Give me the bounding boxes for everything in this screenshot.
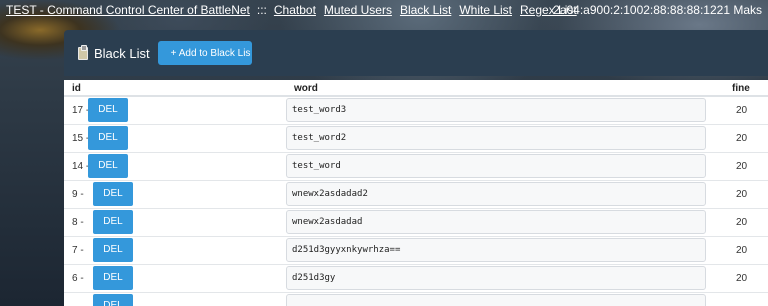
column-header-word: word [286, 80, 724, 97]
word-input[interactable]: test_word3 [286, 98, 706, 123]
panel-title: Black List [94, 45, 150, 61]
row-id-cell: 14 - DEL [64, 152, 286, 180]
delete-button[interactable]: DEL [93, 210, 133, 234]
nav-black-list[interactable]: Black List [400, 3, 451, 17]
table-row: 14 - DEL test_word 20 [64, 152, 768, 180]
delete-button[interactable]: DEL [88, 154, 128, 178]
column-header-id: id [64, 80, 286, 97]
column-header-fine: fine [724, 80, 768, 97]
row-fine: 20 [736, 104, 748, 116]
row-id-cell: 8 - DEL [64, 208, 286, 236]
table-row: 8 - DEL wnewx2asdadad 20 [64, 208, 768, 236]
user-ip-label: 2a04:a900:2:1002:88:88:88:1221 Maks [553, 3, 762, 17]
word-input[interactable]: wnewx2asdadad [286, 210, 706, 234]
row-word-cell: wnewx2asdadad2 [286, 180, 724, 208]
word-input[interactable] [286, 294, 706, 306]
black-list-table-container: id word fine 17 - DEL test_word3 20 15 - DEL t… [64, 80, 768, 306]
row-id: 7 - [72, 244, 84, 256]
delete-button[interactable]: DEL [93, 182, 133, 206]
delete-button[interactable]: DEL [88, 126, 128, 150]
delete-button[interactable]: DEL [88, 98, 128, 123]
row-fine: 20 [736, 132, 748, 144]
row-id: 15 - [72, 132, 90, 144]
word-input[interactable]: wnewx2asdadad2 [286, 182, 706, 206]
black-list-table: id word fine 17 - DEL test_word3 20 15 - DEL t… [64, 80, 768, 306]
site-title-link[interactable]: TEST - Command Control Center of BattleN… [6, 3, 250, 17]
row-word-cell: test_word3 [286, 96, 724, 124]
delete-button[interactable]: DEL [93, 238, 133, 262]
delete-button[interactable]: DEL [93, 266, 133, 290]
row-fine: 20 [736, 160, 748, 172]
nav-white-list[interactable]: White List [459, 3, 512, 17]
row-fine: 20 [736, 188, 748, 200]
row-id: 8 - [72, 216, 84, 228]
row-word-cell: test_word [286, 152, 724, 180]
row-id-cell: 17 - DEL [64, 96, 286, 124]
row-fine [724, 292, 768, 306]
table-row: 9 - DEL wnewx2asdadad2 20 [64, 180, 768, 208]
word-input[interactable]: test_word [286, 154, 706, 178]
row-fine: 20 [736, 272, 748, 284]
row-fine: 20 [736, 244, 748, 256]
word-input[interactable]: d251d3gyyxnkywrhza== [286, 238, 706, 262]
word-input[interactable]: test_word2 [286, 126, 706, 150]
row-id: 17 - [72, 104, 90, 116]
top-navigation: TEST - Command Control Center of BattleN… [0, 0, 768, 20]
table-header-row: id word fine [64, 80, 768, 97]
word-input[interactable]: d251d3gy [286, 266, 706, 290]
row-id-cell: 9 - DEL [64, 180, 286, 208]
row-id-cell: DEL [64, 292, 286, 306]
nav-muted-users[interactable]: Muted Users [324, 3, 392, 17]
table-row: 17 - DEL test_word3 20 [64, 96, 768, 124]
row-id: 9 - [72, 188, 84, 200]
row-id: 14 - [72, 160, 90, 172]
row-id-cell: 7 - DEL [64, 236, 286, 264]
table-row: DEL [64, 292, 768, 306]
row-word-cell: test_word2 [286, 124, 724, 152]
row-word-cell [286, 292, 724, 306]
add-to-black-list-button[interactable]: + Add to Black Lis [157, 41, 252, 65]
row-word-cell: d251d3gy [286, 264, 724, 292]
nav-separator: ::: [256, 3, 267, 17]
table-row: 7 - DEL d251d3gyyxnkywrhza== 20 [64, 236, 768, 264]
clipboard-icon [78, 44, 88, 60]
nav-chatbot[interactable]: Chatbot [274, 3, 316, 17]
delete-button[interactable]: DEL [93, 294, 133, 306]
row-fine: 20 [736, 216, 748, 228]
row-id: 6 - [72, 272, 84, 284]
row-word-cell: wnewx2asdadad [286, 208, 724, 236]
table-row: 6 - DEL d251d3gy 20 [64, 264, 768, 292]
row-id-cell: 6 - DEL [64, 264, 286, 292]
row-word-cell: d251d3gyyxnkywrhza== [286, 236, 724, 264]
panel-header: Black List + Add to Black Lis [64, 30, 768, 76]
row-id-cell: 15 - DEL [64, 124, 286, 152]
table-row: 15 - DEL test_word2 20 [64, 124, 768, 152]
